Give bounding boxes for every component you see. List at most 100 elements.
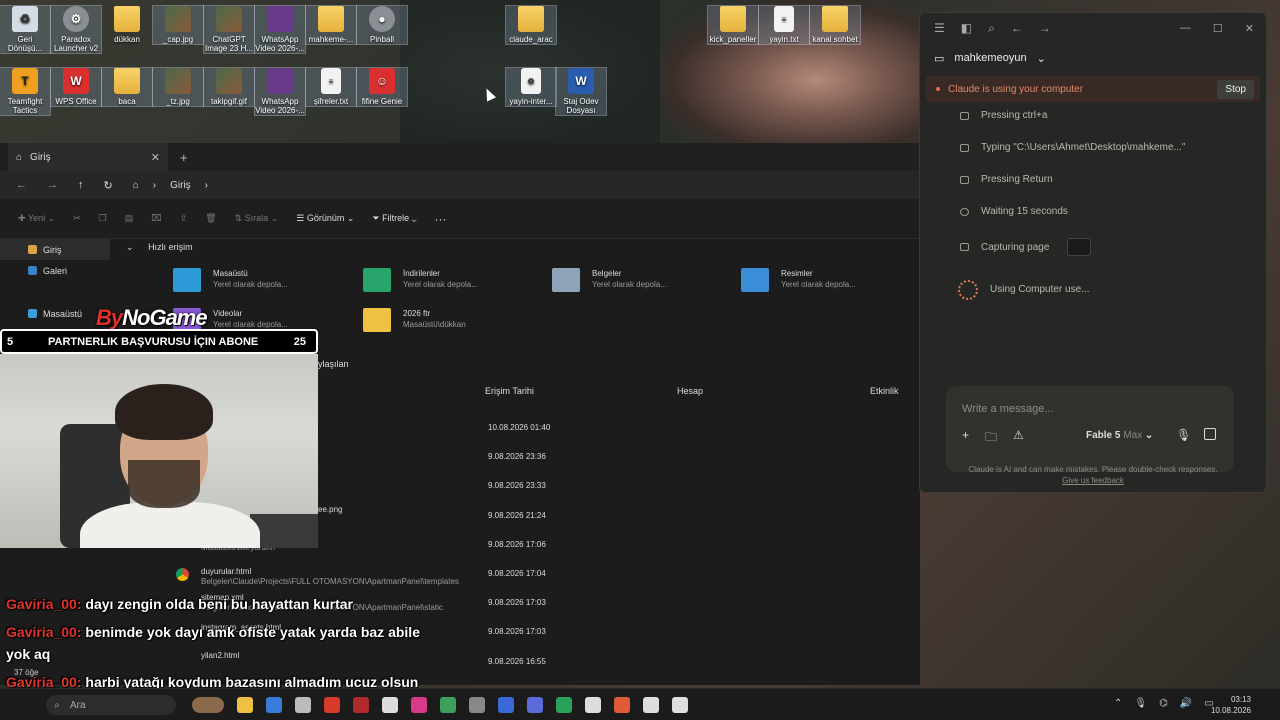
microphone-icon[interactable]: 🎙 — [1176, 428, 1191, 442]
desktop-icon[interactable]: baca — [101, 67, 153, 107]
file-row[interactable]: yilan2.html — [176, 651, 239, 661]
back-arrow-icon[interactable]: ← — [16, 179, 27, 191]
taskbar-app-icon[interactable] — [353, 697, 369, 713]
sidebar-item[interactable]: Giriş — [0, 239, 110, 260]
warning-icon[interactable]: ⚠ — [1013, 428, 1024, 449]
menu-icon[interactable]: ☰ — [934, 21, 945, 35]
forward-arrow-icon[interactable]: → — [1039, 21, 1051, 35]
cut-icon[interactable]: ✂ — [73, 213, 81, 224]
shared-section-label[interactable]: ylaşılan — [318, 359, 349, 369]
taskbar-app-icon[interactable] — [192, 697, 224, 713]
search-icon[interactable]: ⌕ — [988, 21, 995, 36]
sidebar-item[interactable]: Masaüstü — [0, 303, 110, 324]
sidebar-toggle-icon[interactable]: ◧ — [961, 21, 972, 35]
desktop-icon[interactable]: _tz.jpg — [152, 67, 204, 107]
screenshot-thumbnail[interactable] — [1067, 238, 1092, 256]
desktop-icon[interactable]: mahkeme-... — [305, 5, 357, 45]
quick-access-header[interactable]: ⌄ Hızlı erişim — [126, 242, 193, 253]
taskbar-app-icon[interactable] — [324, 697, 340, 713]
copy-icon[interactable]: ❐ — [99, 213, 107, 224]
quick-access-item[interactable]: 2026 ftr Masaüstü\dükkan — [363, 308, 466, 332]
taskbar-search[interactable]: ⌕ Ara — [46, 695, 176, 715]
taskbar-app-icon[interactable] — [469, 697, 485, 713]
desktop-icon[interactable]: ☺ fifine Genie — [356, 67, 408, 107]
taskbar-app-icon[interactable] — [643, 697, 659, 713]
maximize-icon[interactable]: ☐ — [1213, 22, 1223, 35]
desktop-icon[interactable]: kick_paneller — [707, 5, 759, 45]
stop-square-icon[interactable] — [1204, 428, 1216, 440]
taskbar-app-icon[interactable] — [556, 697, 572, 713]
taskbar-app-icon[interactable] — [614, 697, 630, 713]
volume-icon[interactable]: 🔊 — [1180, 698, 1192, 709]
tab-home[interactable]: ⌂ Giriş ✕ — [8, 143, 168, 171]
clock[interactable]: 03:13 10.08.2026 — [1205, 694, 1251, 716]
add-icon[interactable]: + — [962, 428, 969, 449]
desktop-icon[interactable]: ≡ yayin.txt — [758, 5, 810, 45]
taskbar-app-icon[interactable] — [411, 697, 427, 713]
desktop-icon[interactable]: WhatsApp Video 2026-... — [254, 67, 306, 116]
desktop-icon[interactable]: T Teamfight Tactics — [0, 67, 51, 116]
desktop-icon[interactable]: _cap.jpg — [152, 5, 204, 45]
taskbar-app-icon[interactable] — [527, 697, 543, 713]
new-button[interactable]: ✚ Yeni ⌄ — [18, 213, 55, 224]
microphone-icon[interactable]: 🎙 — [1134, 698, 1147, 709]
more-options-button[interactable]: ··· — [434, 212, 446, 226]
column-header-date[interactable]: Erişim Tarihi — [485, 386, 534, 396]
sort-button[interactable]: ⇅ Sırala ⌄ — [235, 213, 279, 224]
taskbar-app-icon[interactable] — [585, 697, 601, 713]
column-header-account[interactable]: Hesap — [677, 386, 703, 396]
chevron-up-icon[interactable]: ⌃ — [1114, 698, 1122, 709]
delete-icon[interactable]: 🗑 — [205, 213, 216, 224]
message-input[interactable]: Write a message... — [962, 403, 1054, 415]
model-selector[interactable]: Fable 5 Max ⌄ — [1086, 430, 1153, 441]
taskbar-app-icon[interactable] — [237, 697, 253, 713]
up-arrow-icon[interactable]: ↑ — [78, 179, 84, 191]
minimize-icon[interactable]: — — [1180, 22, 1191, 35]
file-row[interactable]: duyurular.html Belgeler\Claude\Projects\F… — [176, 567, 459, 587]
taskbar-app-icon[interactable] — [266, 697, 282, 713]
taskbar-app-icon[interactable] — [498, 697, 514, 713]
forward-arrow-icon[interactable]: → — [47, 179, 58, 191]
refresh-icon[interactable]: ↻ — [104, 179, 113, 192]
folder-icon[interactable]: 🗀 — [985, 428, 997, 449]
close-tab-icon[interactable]: ✕ — [151, 151, 160, 164]
desktop-icon[interactable]: ChatGPT Image 23 H... — [203, 5, 255, 54]
sidebar-item[interactable]: Galeri — [0, 260, 110, 281]
desktop-icon[interactable]: kanal sohbet — [809, 5, 861, 45]
quick-access-item[interactable]: Resimler Yerel olarak depola... — [741, 268, 856, 292]
account-selector[interactable]: ▭ mahkemeoyun ⌄ — [920, 43, 1266, 73]
feedback-link[interactable]: Give us feedback — [1062, 476, 1124, 485]
quick-access-item[interactable]: Masaüstü Yerel olarak depola... — [173, 268, 288, 292]
desktop-icon[interactable]: claude_arac — [505, 5, 557, 45]
desktop-icon[interactable]: ♻ Geri Dönüşü... — [0, 5, 51, 54]
desktop-icon[interactable]: WhatsApp Video 2026-... — [254, 5, 306, 54]
share-icon[interactable]: ⇪ — [180, 213, 188, 224]
desktop-icon[interactable]: dükkan — [102, 6, 152, 44]
stop-button[interactable]: Stop — [1217, 79, 1254, 99]
network-icon[interactable]: ⌬ — [1159, 698, 1168, 709]
view-button[interactable]: ☰ Görünüm ⌄ — [296, 213, 354, 224]
desktop-icon[interactable]: ⚙ Paradox Launcher v2 — [50, 5, 102, 54]
breadcrumb[interactable]: ⌂ › Giriş › — [133, 180, 208, 191]
filter-button[interactable]: ⏷ Filtrele ⌄ — [372, 213, 416, 224]
rename-icon[interactable]: ⌧ — [151, 213, 161, 224]
quick-access-item[interactable]: İndirilenler Yerel olarak depola... — [363, 268, 478, 292]
breadcrumb-home[interactable]: Giriş — [170, 180, 191, 191]
quick-access-item[interactable]: Belgeler Yerel olarak depola... — [552, 268, 667, 292]
taskbar-app-icon[interactable] — [382, 697, 398, 713]
desktop-icon-label: Paradox Launcher v2 — [53, 35, 99, 53]
desktop-icon[interactable]: W WPS Office — [50, 67, 102, 107]
desktop-icon[interactable]: W Staj Odev Dosyası — [555, 67, 607, 116]
column-header-activity[interactable]: Etkinlik — [870, 386, 899, 396]
paste-icon[interactable]: ▤ — [125, 213, 134, 224]
taskbar-app-icon[interactable] — [440, 697, 456, 713]
desktop-icon[interactable]: ≡ şifreler.txt — [305, 67, 357, 107]
desktop-icon[interactable]: takipgif.gif — [203, 67, 255, 107]
back-arrow-icon[interactable]: ← — [1011, 21, 1023, 35]
desktop-icon[interactable]: ⚙ yayin-inter... — [505, 67, 557, 107]
taskbar-app-icon[interactable] — [672, 697, 688, 713]
desktop-icon[interactable]: ● Pinball — [356, 5, 408, 45]
new-tab-button[interactable]: + — [180, 150, 188, 165]
taskbar-app-icon[interactable] — [295, 697, 311, 713]
close-icon[interactable]: ✕ — [1245, 22, 1254, 35]
